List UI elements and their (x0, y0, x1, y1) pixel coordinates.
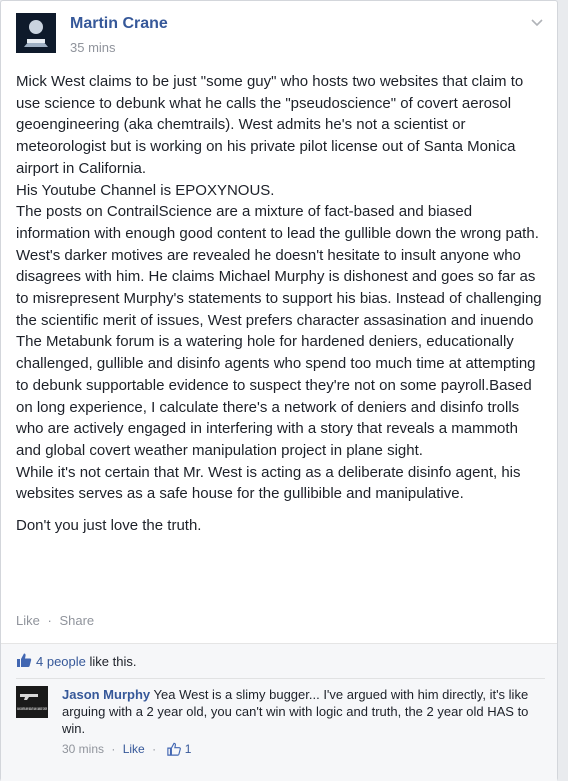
post-paragraph: His Youtube Channel is EPOXYNOUS. (16, 181, 275, 199)
separator: · (152, 742, 157, 756)
author-avatar[interactable] (16, 13, 56, 53)
post-paragraph: While it's not certain that Mr. West is … (16, 463, 521, 503)
likes-suffix: like this. (89, 654, 137, 669)
comment-like-count[interactable]: 1 (185, 742, 192, 756)
separator: · (47, 613, 52, 628)
thumbs-up-icon (16, 652, 32, 668)
author-name[interactable]: Martin Crane (70, 15, 168, 33)
commenter-avatar[interactable]: GUN CONTRO ARY ABOUT GUN IS ABOUT CONTR (16, 686, 48, 718)
chevron-down-icon[interactable] (530, 15, 544, 29)
comment-timestamp[interactable]: 30 mins (62, 742, 104, 756)
feedback-section: 4 people like this. GUN CONTRO ARY ABOUT… (1, 643, 557, 781)
commenter-name[interactable]: Jason Murphy (62, 687, 150, 702)
share-link[interactable]: Share (59, 613, 94, 628)
thumbs-up-icon (167, 742, 182, 756)
post-paragraph: West's darker motives are revealed he do… (16, 246, 542, 329)
post-paragraph: The posts on ContrailScience are a mixtu… (16, 203, 539, 242)
post-body: Mick West claims to be just "some guy" w… (16, 71, 544, 537)
post-actions: Like · Share (16, 613, 94, 628)
divider (16, 678, 545, 679)
comment-text: Jason Murphy Yea West is a slimy bugger.… (62, 686, 552, 737)
likes-count-link[interactable]: 4 people (36, 654, 86, 669)
separator: · (111, 742, 116, 756)
post-paragraph: Mick West claims to be just "some guy" w… (16, 73, 524, 177)
avatar-badge-text: GUN CONTRO ARY ABOUT GUN IS ABOUT CONTR (17, 707, 47, 711)
post-closing: Don't you just love the truth. (16, 517, 202, 535)
post-paragraph: The Metabunk forum is a watering hole fo… (16, 333, 536, 459)
avatar-image (16, 13, 56, 53)
comment-like-link[interactable]: Like (123, 742, 145, 756)
post-card: Martin Crane 35 mins Mick West claims to… (0, 0, 558, 781)
like-link[interactable]: Like (16, 613, 40, 628)
comment-meta: 30 mins · Like · 1 (62, 742, 191, 756)
post-timestamp[interactable]: 35 mins (70, 40, 116, 55)
avatar-image: GUN CONTRO ARY ABOUT GUN IS ABOUT CONTR (16, 686, 48, 718)
post-header: Martin Crane 35 mins (16, 13, 546, 59)
